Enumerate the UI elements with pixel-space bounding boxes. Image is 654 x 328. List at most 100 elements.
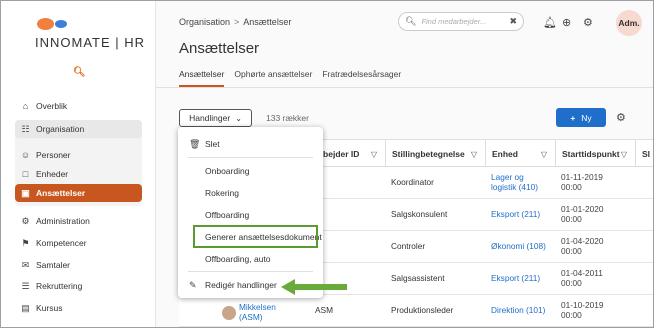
book-icon: ▤ [21, 302, 30, 313]
column-header-title[interactable]: Stillingbetegnelse ▽ [385, 140, 485, 168]
column-label: Stillingbetegnelse [392, 149, 465, 159]
menu-item-label: Offboarding [205, 210, 250, 220]
tab-ophoerte-ansaettelser[interactable]: Ophørte ansættelser [234, 69, 312, 87]
cell-employee-id: ASM [315, 305, 333, 316]
employee-search-input[interactable]: 🔍︎ Find medarbejder... ✖ [398, 12, 524, 31]
skill-icon: ⚑ [21, 237, 30, 248]
sidebar-item-organisation[interactable]: ☷ Organisation [15, 120, 142, 138]
tab-fratraedelsesaarsager[interactable]: Fratrædelsesårsager [322, 69, 401, 87]
column-label: Sl [642, 149, 651, 159]
avatar[interactable]: Adm. [616, 10, 642, 36]
cell-start: 01-11-2019 00:00 [561, 172, 603, 192]
sidebar-item-rekruttering[interactable]: ☰ Rekruttering [15, 277, 142, 295]
org-icon: ☷ [21, 123, 30, 134]
column-header-start[interactable]: Starttidspunkt ▽ [555, 140, 635, 168]
filter-icon[interactable]: ▽ [471, 150, 477, 159]
cell-title: Controler [391, 241, 426, 252]
sidebar-item-label: Rekruttering [36, 281, 83, 291]
sidebar-item-label: Samtaler [36, 260, 71, 270]
filter-icon[interactable]: ▽ [371, 150, 377, 159]
column-header-end[interactable]: Sl [635, 140, 653, 168]
sidebar-item-enheder[interactable]: □ Enheder [15, 165, 142, 183]
menu-item-onboarding[interactable]: Onboarding [178, 160, 323, 182]
highlight-box [193, 225, 318, 248]
cell-start: 01-04-2011 00:00 [561, 268, 603, 288]
logo-mark [37, 18, 77, 30]
menu-item-slet[interactable]: 🗑︎ Slet [178, 133, 323, 155]
breadcrumb: Organisation > Ansættelser [179, 17, 291, 27]
recruit-icon: ☰ [21, 280, 30, 291]
menu-item-label: Onboarding [205, 166, 250, 176]
column-label: Starttidspunkt [562, 149, 620, 159]
filter-icon[interactable]: ▽ [621, 150, 627, 159]
search-icon[interactable]: 🔍︎ [73, 67, 86, 78]
pencil-icon: ✎ [189, 279, 197, 290]
sidebar-item-label: Enheder [36, 169, 69, 179]
clear-icon[interactable]: ✖ [509, 16, 517, 27]
globe-icon[interactable]: ⊕ [562, 16, 571, 29]
person-icon: ☺ [20, 150, 31, 160]
sidebar-item-administration[interactable]: ⚙ Administration [15, 212, 142, 230]
cell-title: Salgskonsulent [391, 209, 448, 220]
table-settings-icon[interactable]: ⚙ [616, 111, 626, 124]
cell-title: Produktionsleder [391, 305, 454, 316]
menu-item-offboarding[interactable]: Offboarding [178, 204, 323, 226]
plus-icon: + [570, 112, 576, 123]
sidebar-item-personer[interactable]: ☺ Personer [15, 146, 142, 164]
menu-divider [188, 157, 313, 158]
menu-item-label: Rokering [205, 188, 240, 198]
new-label: Ny [581, 112, 592, 123]
sidebar-item-label: Kursus [36, 303, 63, 313]
settings-icon[interactable]: ⚙ [583, 16, 593, 29]
sidebar-item-ansaettelser[interactable]: ▣ Ansættelser [15, 184, 142, 202]
sidebar-item-kursus[interactable]: ▤ Kursus [15, 299, 142, 317]
menu-item-label: Slet [205, 139, 220, 149]
sidebar-item-overblik[interactable]: ⌂ Overblik [15, 97, 142, 115]
cell-unit-link[interactable]: Eksport (211) [485, 199, 551, 231]
menu-item-label: Offboarding, auto [205, 254, 271, 264]
arrow-annotation-icon [281, 279, 347, 295]
avatar [222, 305, 236, 320]
actions-label: Handlinger [189, 113, 231, 123]
sidebar-item-kompetencer[interactable]: ⚑ Kompetencer [15, 234, 142, 252]
breadcrumb-separator: > [234, 17, 240, 27]
sidebar-item-label: Organisation [36, 124, 85, 134]
app-window: INNOMATE | HR 🔍︎ ⌂ Overblik ☷ Organisati… [0, 0, 654, 328]
page-title: Ansættelser [179, 40, 260, 57]
breadcrumb-item[interactable]: Organisation [179, 17, 230, 27]
table-row[interactable]: Mikkelsen (ASM) ASM Produktionsleder Dir… [179, 295, 653, 327]
chevron-down-icon: ⌄ [235, 113, 242, 123]
sidebar-item-label: Administration [36, 216, 90, 226]
column-header-unit[interactable]: Enhed ▽ [485, 140, 555, 168]
row-count: 133 rækker [266, 113, 309, 123]
column-label: Enhed [492, 149, 518, 159]
employee-name-link[interactable]: Mikkelsen (ASM) [239, 302, 285, 323]
actions-dropdown-menu: 🗑︎ Slet Onboarding Rokering Offboarding … [178, 127, 323, 298]
menu-item-rokering[interactable]: Rokering [178, 182, 323, 204]
cell-start: 01-04-2020 00:00 [561, 236, 604, 256]
cell-unit-link[interactable]: Eksport (211) [485, 263, 551, 295]
sidebar-item-label: Overblik [36, 101, 68, 111]
bell-icon[interactable]: 🔔︎ [543, 16, 557, 29]
filter-icon[interactable]: ▽ [541, 150, 547, 159]
cell-start: 01-01-2020 00:00 [561, 204, 604, 224]
cell-unit-link[interactable]: Lager og logistik (410) [485, 167, 547, 199]
tabs: Ansættelser Ophørte ansættelser Fratræde… [179, 69, 411, 87]
employee-cell[interactable]: Mikkelsen (ASM) [222, 302, 285, 323]
new-button[interactable]: + Ny [556, 108, 606, 127]
chat-icon: ✉ [21, 259, 30, 270]
breadcrumb-item: Ansættelser [243, 17, 292, 27]
sidebar-item-label: Personer [36, 150, 71, 160]
trash-icon: 🗑︎ [189, 138, 201, 149]
sidebar: INNOMATE | HR 🔍︎ ⌂ Overblik ☷ Organisati… [1, 1, 156, 327]
cell-unit-link[interactable]: Direktion (101) [485, 295, 555, 327]
sidebar-item-samtaler[interactable]: ✉ Samtaler [15, 256, 142, 274]
menu-item-label: Redigér handlinger [205, 280, 277, 290]
menu-divider [188, 271, 313, 272]
tab-ansaettelser[interactable]: Ansættelser [179, 69, 225, 87]
cell-unit-link[interactable]: Økonomi (108) [485, 231, 551, 263]
actions-dropdown-button[interactable]: Handlinger ⌄ [179, 109, 252, 127]
tabs-divider [156, 87, 653, 88]
menu-item-offboarding-auto[interactable]: Offboarding, auto [178, 248, 323, 270]
gear-icon: ⚙ [21, 215, 30, 226]
